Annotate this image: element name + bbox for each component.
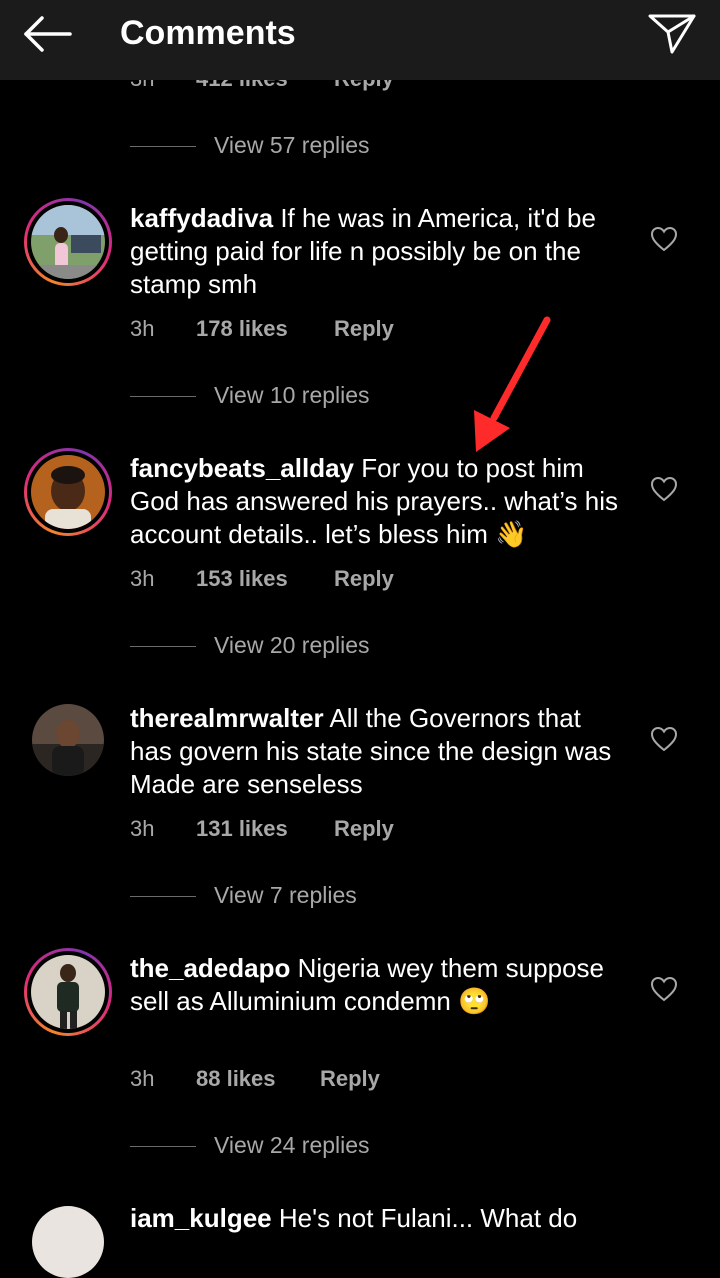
divider-line xyxy=(130,646,196,647)
avatar[interactable] xyxy=(24,448,112,536)
avatar[interactable] xyxy=(24,198,112,286)
avatar-image xyxy=(31,455,105,529)
comment-time: 3h xyxy=(130,1066,155,1091)
divider-line xyxy=(130,896,196,897)
reply-button[interactable]: Reply xyxy=(334,316,394,342)
comments-feed[interactable]: 3h 412 likes Reply View 57 replies kaffy… xyxy=(0,0,720,1278)
comment-username[interactable]: fancybeats_allday xyxy=(130,453,354,483)
divider-line xyxy=(130,1146,196,1147)
page-title: Comments xyxy=(120,14,296,52)
comment-username[interactable]: kaffydadiva xyxy=(130,203,273,233)
avatar-image xyxy=(32,1206,104,1278)
view-replies-label[interactable]: View 7 replies xyxy=(214,882,357,909)
comment-username[interactable]: therealmrwalter xyxy=(130,703,324,733)
comment-body: the_adedapo Nigeria wey them suppose sel… xyxy=(130,952,630,1018)
comment-time: 3h xyxy=(130,316,155,341)
comment-body: kaffydadiva If he was in America, it'd b… xyxy=(130,202,630,301)
view-replies-label[interactable]: View 10 replies xyxy=(214,382,370,409)
view-replies-label[interactable]: View 24 replies xyxy=(214,1132,370,1159)
comment-username[interactable]: iam_kulgee xyxy=(130,1203,272,1233)
back-arrow-icon[interactable] xyxy=(20,12,76,56)
avatar-image xyxy=(32,704,104,776)
comment-text: He's not Fulani... What do xyxy=(278,1203,578,1233)
comment-likes[interactable]: 178 likes xyxy=(196,316,288,342)
view-replies-label[interactable]: View 57 replies xyxy=(214,132,370,159)
comment-time: 3h xyxy=(130,816,155,841)
heart-icon[interactable] xyxy=(650,476,678,502)
heart-icon[interactable] xyxy=(650,226,678,252)
avatar[interactable] xyxy=(32,1206,104,1278)
avatar[interactable] xyxy=(24,948,112,1036)
reply-button[interactable]: Reply xyxy=(334,566,394,592)
send-icon[interactable] xyxy=(646,10,698,54)
comment-likes[interactable]: 88 likes xyxy=(196,1066,276,1092)
comment-likes[interactable]: 131 likes xyxy=(196,816,288,842)
comment-username[interactable]: the_adedapo xyxy=(130,953,290,983)
view-replies-label[interactable]: View 20 replies xyxy=(214,632,370,659)
comment-time: 3h xyxy=(130,566,155,591)
avatar[interactable] xyxy=(32,704,104,776)
reply-button[interactable]: Reply xyxy=(320,1066,380,1092)
comment-body: therealmrwalter All the Governors that h… xyxy=(130,702,630,801)
reply-button[interactable]: Reply xyxy=(334,816,394,842)
comment-body: fancybeats_allday For you to post him Go… xyxy=(130,452,630,551)
heart-icon[interactable] xyxy=(650,726,678,752)
avatar-image xyxy=(31,955,105,1029)
divider-line xyxy=(130,146,196,147)
avatar-image xyxy=(31,205,105,279)
heart-icon[interactable] xyxy=(650,976,678,1002)
comment-body: iam_kulgee He's not Fulani... What do xyxy=(130,1202,630,1235)
divider-line xyxy=(130,396,196,397)
comment-likes[interactable]: 153 likes xyxy=(196,566,288,592)
top-bar: Comments xyxy=(0,0,720,80)
